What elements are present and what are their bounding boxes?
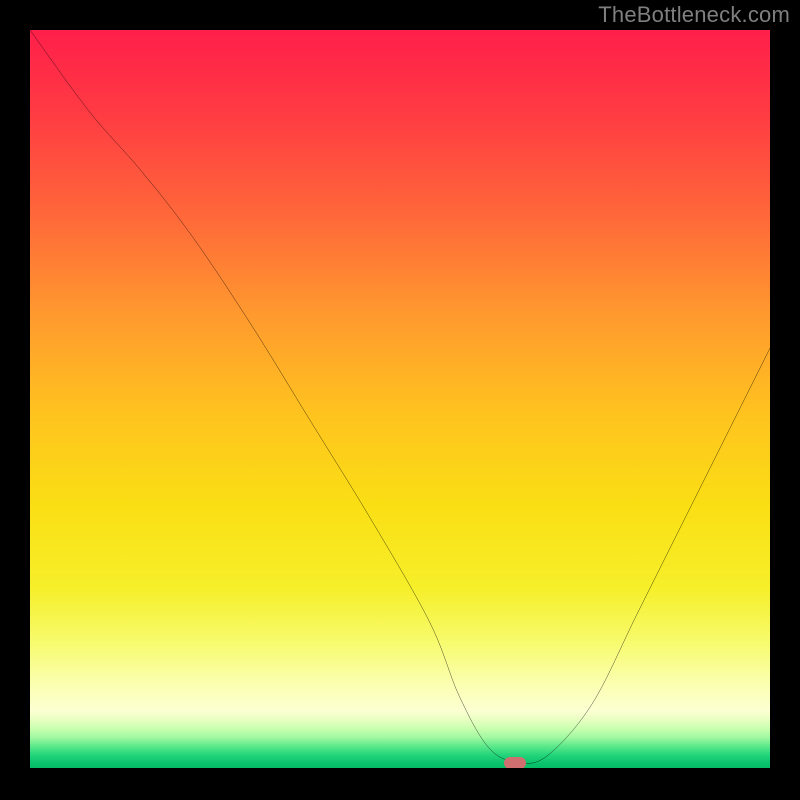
watermark-text: TheBottleneck.com	[598, 2, 790, 28]
minimum-marker	[504, 757, 526, 769]
curve-path	[30, 30, 770, 763]
chart-frame: TheBottleneck.com	[0, 0, 800, 800]
baseline	[30, 768, 770, 770]
plot-area	[30, 30, 770, 770]
bottleneck-curve	[30, 30, 770, 770]
